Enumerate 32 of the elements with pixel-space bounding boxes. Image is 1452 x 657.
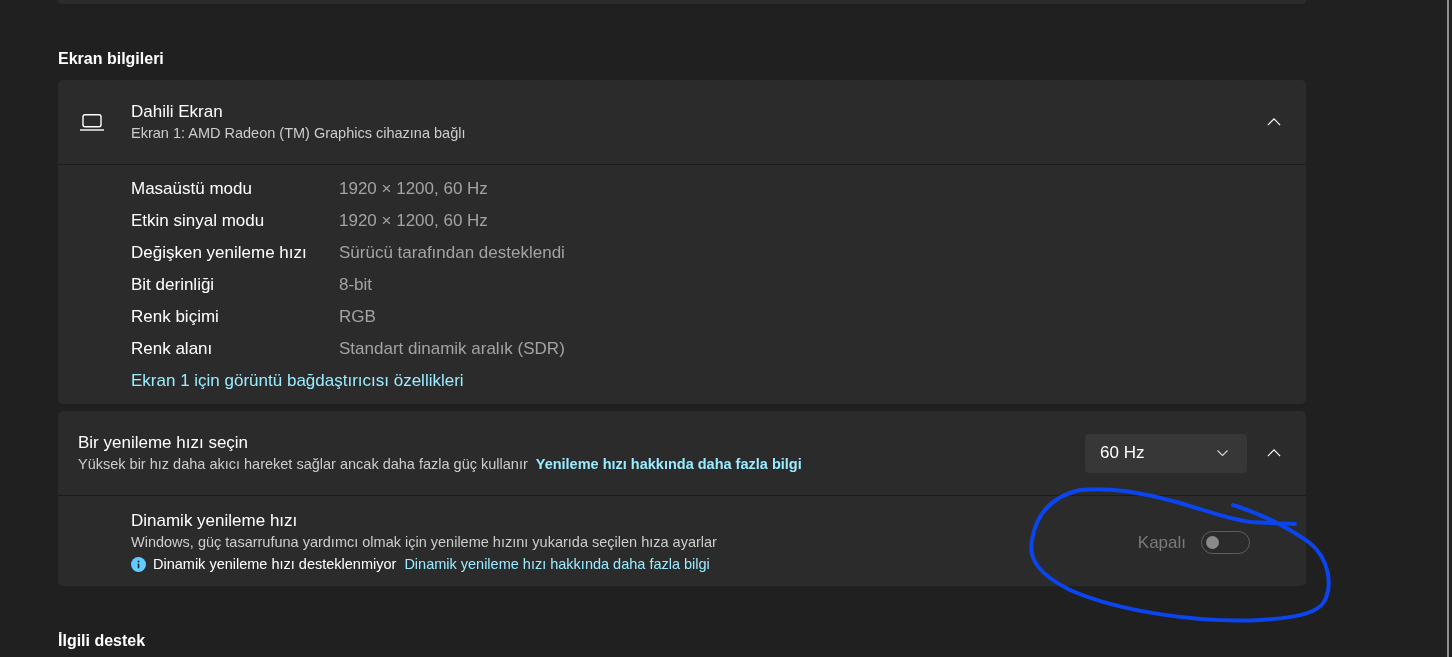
adapter-properties-link[interactable]: Ekran 1 için görüntü bağdaştırıcısı özellikleri: [131, 365, 464, 397]
dynamic-refresh-description: Windows, güç tasarrufuna yardımcı olmak için yenileme hızını yukarıda seçilen hıza ayarlar: [131, 533, 717, 552]
refresh-rate-title: Bir yenileme hızı seçin: [78, 432, 249, 454]
toggle-state-label: Kapalı: [1137, 532, 1186, 553]
display-title: Dahili Ekran: [131, 101, 223, 123]
display-subtitle: Ekran 1: AMD Radeon (TM) Graphics cihazına bağlı: [131, 124, 466, 143]
chevron-up-icon: [1267, 449, 1281, 457]
chevron-up-icon: [1267, 118, 1281, 126]
refresh-rate-info-link[interactable]: Yenileme hızı hakkında daha fazla bilgi: [535, 454, 802, 474]
refresh-rate-dropdown[interactable]: 60 Hz: [1085, 433, 1247, 473]
refresh-rate-description: Yüksek bir hız daha akıcı hareket sağlar ancak daha fazla güç kullanır: [78, 455, 528, 474]
property-value: Sürücü tarafından desteklendi: [339, 243, 565, 263]
property-label: Renk biçimi: [131, 307, 219, 327]
info-icon: [131, 556, 146, 572]
property-value: 1920 × 1200, 60 Hz: [339, 179, 488, 199]
property-value: RGB: [339, 307, 376, 327]
property-value: 1920 × 1200, 60 Hz: [339, 211, 488, 231]
section-heading: İlgili destek: [58, 631, 146, 651]
property-value: Standart dinamik aralık (SDR): [339, 339, 565, 359]
section-heading: Ekran bilgileri: [58, 49, 164, 69]
property-label: Değişken yenileme hızı: [131, 243, 307, 263]
property-label: Bit derinliği: [131, 275, 215, 295]
dynamic-refresh-title: Dinamik yenileme hızı: [131, 510, 298, 532]
dynamic-refresh-info-link[interactable]: Dinamik yenileme hızı hakkında daha fazla bilgi: [404, 556, 710, 572]
property-label: Masaüstü modu: [131, 179, 252, 199]
property-value: 8-bit: [339, 275, 373, 295]
property-label: Etkin sinyal modu: [131, 211, 265, 231]
chevron-down-icon: [1217, 450, 1228, 456]
unsupported-notice: Dinamik yenileme hızı desteklenmiyor: [153, 556, 397, 572]
property-label: Renk alanı: [131, 339, 213, 359]
laptop-icon: [80, 113, 104, 131]
scrollbar[interactable]: [1447, 0, 1449, 657]
